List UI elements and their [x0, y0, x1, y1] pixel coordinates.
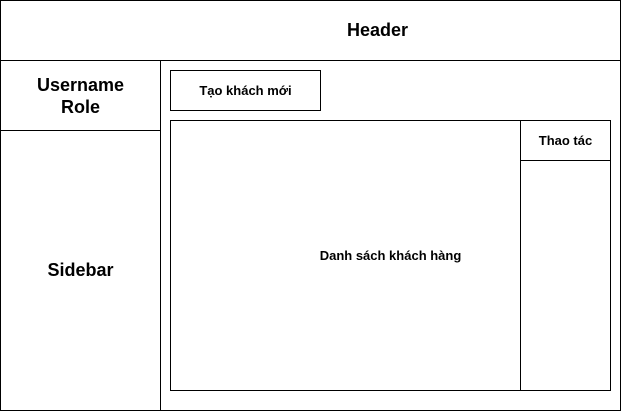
- sidebar-label: Sidebar: [47, 260, 114, 280]
- header-region: Header: [0, 0, 621, 61]
- user-info-panel: Username Role: [0, 60, 161, 131]
- customer-list-label: Danh sách khách hàng: [319, 248, 462, 263]
- actions-column-header: Thao tác: [520, 120, 611, 161]
- actions-header-label: Thao tác: [538, 133, 593, 148]
- customer-list-table: Danh sách khách hàng: [170, 120, 521, 391]
- create-customer-button-label: Tạo khách mới: [199, 83, 292, 98]
- sidebar-region: Sidebar: [0, 130, 161, 411]
- create-customer-button[interactable]: Tạo khách mới: [170, 70, 321, 111]
- user-info-text: Username Role: [36, 74, 125, 117]
- header-title: Header: [346, 20, 409, 40]
